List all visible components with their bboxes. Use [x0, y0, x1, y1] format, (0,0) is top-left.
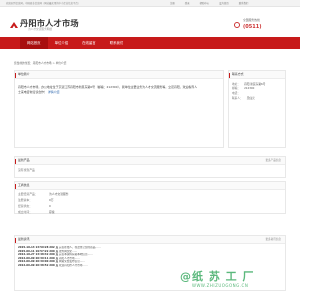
top-bar: 欢迎来到信息网，中国商业信息网（网站最实用的中小企业信息平台） 注册 登录 帮助… — [0, 0, 300, 7]
intro-text: 丹阳市人才市场，办公地址位于京道江苏丹阳市新民东路6号（邮编：212300），我… — [18, 85, 198, 94]
intro-body: 丹阳市人才市场，办公地址位于京道江苏丹阳市新民东路6号（邮编：212300），我… — [18, 85, 198, 94]
logo-icon — [10, 22, 18, 28]
top-link-contact[interactable]: 联系我们 — [239, 2, 249, 5]
nav-item-home[interactable]: 网站首页 — [20, 37, 48, 49]
contact-row: 地址： 丹阳 新民东路6号 — [232, 81, 266, 86]
business-row: 主要经营产品： 为人才交流服务 — [18, 192, 69, 196]
site-header: 丹阳市人才市场 为人才交流服务网络 全国服务热线 (0511) — [0, 7, 300, 37]
phone-icon — [234, 22, 240, 28]
business-panel-header: 工商信息 — [15, 182, 285, 190]
business-row: 经营状态： 0 — [18, 203, 51, 208]
phone-label: 全国服务热线 — [243, 18, 260, 22]
contact-panel-header: 联系方式 — [229, 71, 285, 79]
contact-panel: 联系方式 地址： 丹阳 新民东路6号 邮编： 212300 电话： 联系人： 吴仙元 — [228, 70, 286, 148]
business-row: 注册资本： 0万 — [18, 197, 54, 202]
contact-row: 电话： — [232, 91, 241, 96]
breadcrumb: 您当前的位置：丹阳市人才市场 > 单位介绍 — [14, 61, 67, 65]
products-title: 最新产品 — [18, 158, 30, 162]
intro-title: 单位简介 — [18, 72, 30, 76]
contact-row: 邮编： 212300 — [232, 86, 255, 91]
watermark-main: @纸 苏 工 厂 — [180, 270, 255, 283]
top-link-homepage[interactable]: 设为首页 — [219, 2, 229, 5]
products-panel: 最新产品 更多产品信息 没有找到产品 — [14, 156, 286, 178]
intro-panel-header: 单位简介 — [15, 71, 223, 79]
products-empty-text: 没有找到产品 — [18, 168, 35, 172]
news-title: 最新资讯 — [18, 237, 30, 241]
intro-panel: 单位简介 丹阳市人才市场，办公地址位于京道江苏丹阳市新民东路6号（邮编：2123… — [14, 70, 224, 148]
nav-item-message[interactable]: 在线留言 — [75, 37, 103, 49]
products-panel-header: 最新产品 更多产品信息 — [15, 157, 285, 165]
welcome-text: 欢迎来到信息网，中国商业信息网（网站最实用的中小企业信息平台） — [6, 1, 81, 5]
business-title: 工商信息 — [18, 183, 30, 187]
watermark-logo: @纸 苏 工 厂 WWW.ZHIZUOGONG.CN — [180, 270, 255, 288]
top-links: 注册 登录 帮助中心 设为首页 联系我们 — [170, 2, 248, 5]
business-row: 成立时间： 存续 — [18, 209, 55, 214]
top-link-login[interactable]: 登录 — [185, 2, 190, 5]
top-link-register[interactable]: 注册 — [170, 2, 175, 5]
nav-item-intro[interactable]: 单位介绍 — [48, 37, 76, 49]
watermark-sub: WWW.ZHIZUOGONG.CN — [192, 282, 249, 288]
products-more-link[interactable]: 更多产品信息 — [265, 159, 281, 162]
business-panel: 工商信息 主要经营产品： 为人才交流服务 注册资本： 0万 经营状态： 0 成立时间：… — [14, 181, 286, 214]
news-more-link[interactable]: 更多资讯信息 — [265, 238, 281, 241]
phone-number: (0511) — [243, 24, 262, 30]
top-link-help[interactable]: 帮助中心 — [200, 2, 210, 5]
news-panel-header: 最新资讯 更多资讯信息 — [15, 236, 285, 244]
contact-title: 联系方式 — [232, 72, 244, 76]
main-nav: 网站首页 单位介绍 在线留言 联系我们 — [0, 37, 300, 49]
contact-row: 联系人： 吴仙元 — [232, 96, 255, 101]
intro-detail-link[interactable]: 详情介绍 — [48, 90, 60, 94]
nav-item-contact[interactable]: 联系我们 — [103, 37, 131, 49]
site-subtitle: 为人才交流服务网络 — [28, 27, 53, 31]
news-item[interactable]: 2014-06-09 20:38:52 200 点 欢迎丹阳市人才市场…… — [18, 264, 282, 268]
